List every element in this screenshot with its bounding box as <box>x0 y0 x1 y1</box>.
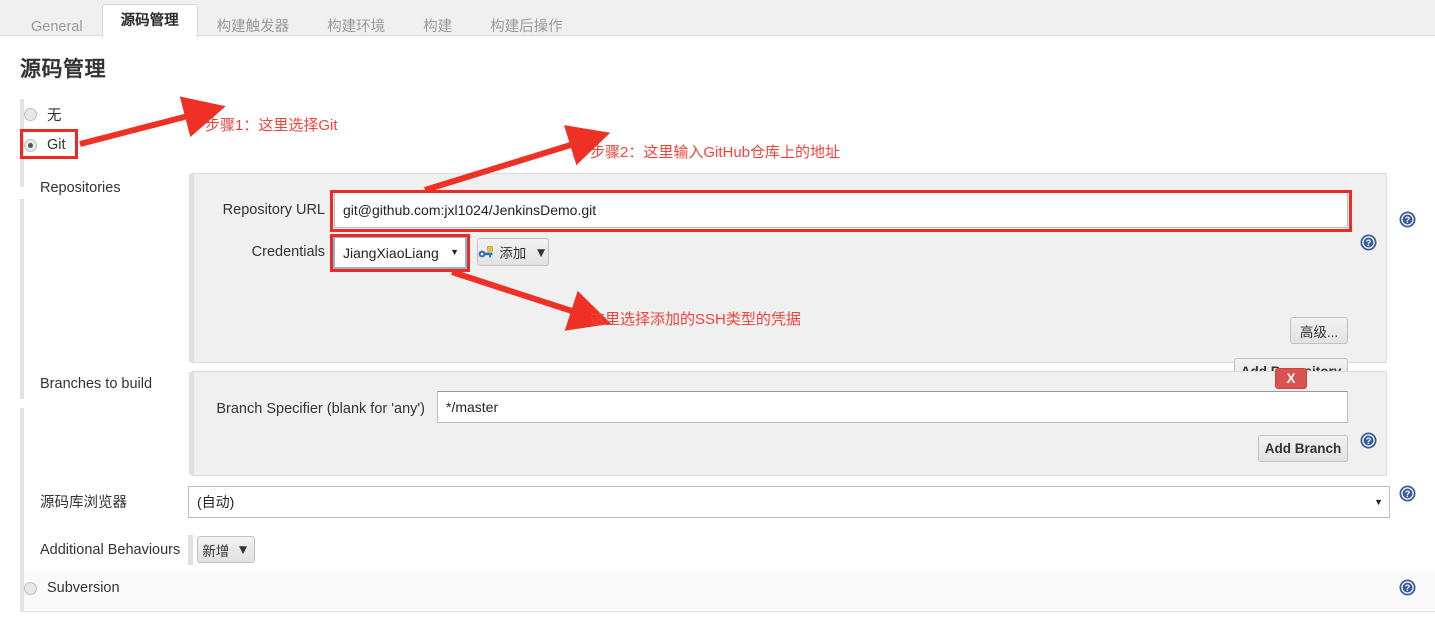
radio-subversion[interactable] <box>24 581 37 595</box>
repositories-rail <box>20 199 24 399</box>
repositories-help-icon[interactable]: ? <box>1399 211 1416 228</box>
add-branch-button[interactable]: Add Branch <box>1258 435 1348 462</box>
credentials-selected-value: JiangXiaoLiang <box>343 244 439 261</box>
additional-behaviours-chevron-down-icon: ▼ <box>236 542 250 557</box>
repositories-section-label: Repositories <box>40 180 121 196</box>
repository-browser-label: 源码库浏览器 <box>40 495 127 511</box>
radio-label-git: Git <box>47 137 66 153</box>
repository-browser-chevron-down-icon: ▼ <box>1374 496 1383 507</box>
annotation-step1: 步骤1：这里选择Git <box>205 117 338 134</box>
radio-none[interactable] <box>24 108 37 121</box>
config-tab-bar: General 源码管理 构建触发器 构建环境 构建 构建后操作 <box>0 0 1435 38</box>
svg-text:?: ? <box>1366 436 1372 446</box>
tab-source-code-management[interactable]: 源码管理 <box>101 4 198 38</box>
additional-behaviours-add-label: 新增 <box>202 543 230 559</box>
radio-label-subversion: Subversion <box>47 580 120 596</box>
credentials-label: Credentials <box>251 244 325 260</box>
repository-url-label: Repository URL <box>222 202 325 218</box>
branches-rail <box>20 408 24 513</box>
svg-text:?: ? <box>1405 583 1411 593</box>
repository-browser-select[interactable]: (自动) ▼ <box>188 486 1390 518</box>
page-title: 源码管理 <box>20 58 106 81</box>
delete-branch-button[interactable]: X <box>1275 368 1307 389</box>
repository-url-input[interactable] <box>334 192 1348 228</box>
svg-text:?: ? <box>1405 489 1411 499</box>
svg-text:?: ? <box>1405 215 1411 225</box>
repository-browser-help-icon[interactable]: ? <box>1399 485 1416 502</box>
annotation-step2: 步骤2：这里输入GitHub仓库上的地址 <box>590 144 841 161</box>
add-credentials-button[interactable]: 添加 ▼ <box>477 238 549 266</box>
radio-git[interactable] <box>24 138 37 152</box>
branch-specifier-help-icon[interactable]: ? <box>1360 432 1377 449</box>
branches-block <box>189 371 1387 476</box>
radio-label-none: 无 <box>47 108 62 124</box>
annotation-step3: 这里选择添加的SSH类型的凭据 <box>590 311 801 328</box>
svg-text:?: ? <box>1366 238 1372 248</box>
credentials-select[interactable]: JiangXiaoLiang ▼ <box>333 236 467 269</box>
radio-row-none[interactable]: 无 <box>24 104 62 125</box>
branches-block-rail <box>189 372 194 475</box>
key-icon <box>478 245 494 259</box>
branch-specifier-label: Branch Specifier (blank for 'any') <box>216 401 425 417</box>
add-credentials-chevron-down-icon: ▼ <box>534 244 548 260</box>
branches-section-label: Branches to build <box>40 376 153 392</box>
branch-specifier-input[interactable] <box>437 391 1348 423</box>
radio-row-git[interactable]: Git <box>24 137 66 153</box>
subversion-row-background <box>20 569 1435 611</box>
repository-url-help-icon[interactable]: ? <box>1360 234 1377 251</box>
subversion-help-icon[interactable]: ? <box>1399 579 1416 596</box>
chevron-down-icon: ▼ <box>450 247 459 257</box>
repository-browser-value: (自动) <box>197 494 235 510</box>
advanced-button[interactable]: 高级... <box>1290 317 1348 344</box>
add-credentials-label: 添加 <box>499 246 527 261</box>
bottom-divider <box>20 611 1435 612</box>
jenkins-scm-config-page: General 源码管理 构建触发器 构建环境 构建 构建后操作 源码管理 无 … <box>0 0 1435 619</box>
additional-behaviours-add-button[interactable]: 新增 ▼ <box>197 536 255 563</box>
radio-row-subversion[interactable]: Subversion <box>24 580 120 596</box>
additional-behaviours-label: Additional Behaviours <box>40 542 181 558</box>
additional-behaviours-rail <box>188 535 193 565</box>
